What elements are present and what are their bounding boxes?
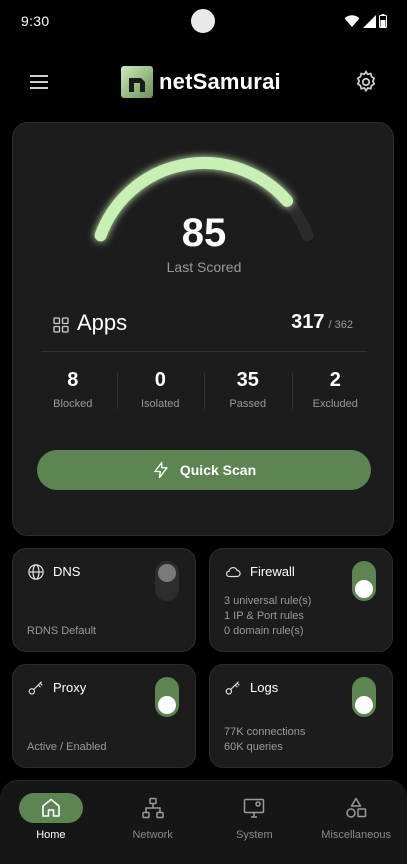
system-monitor-icon [244, 798, 265, 818]
logs-status-line: 77K connections [224, 726, 306, 738]
app-name: netSamurai [159, 69, 281, 94]
score-label: Last Scored [166, 259, 242, 275]
proxy-status-line: Active / Enabled [27, 741, 107, 753]
firewall-status-line: 3 universal rule(s) [224, 595, 312, 607]
firewall-status: 3 universal rule(s) 1 IP & Port rules 0 … [224, 594, 311, 639]
home-icon [42, 798, 60, 817]
signal-icon [363, 14, 376, 28]
stat-value: 2 [329, 369, 341, 391]
proxy-title: Proxy [53, 680, 87, 695]
stat-excluded[interactable]: 2 Excluded [291, 369, 380, 415]
wifi-icon [344, 14, 360, 27]
dns-card[interactable]: DNS RDNS Default [12, 548, 196, 652]
stat-isolated[interactable]: 0 Isolated [116, 369, 205, 415]
quick-scan-label: Quick Scan [179, 462, 257, 478]
nav-miscellaneous[interactable]: Miscellaneous [305, 781, 407, 864]
nav-home[interactable]: Home [0, 781, 102, 864]
bottom-navigation: Home Network System Miscellaneous [0, 780, 407, 864]
logs-status-line: 60K queries [224, 741, 283, 753]
toggle-knob [355, 696, 373, 714]
status-time: 9:30 [21, 13, 50, 29]
nav-label: System [236, 829, 273, 841]
stat-label: Blocked [53, 398, 93, 410]
stat-value: 35 [236, 369, 259, 391]
menu-button[interactable] [28, 71, 52, 93]
network-icon [141, 797, 164, 819]
nav-network[interactable]: Network [102, 781, 204, 864]
nav-label: Home [36, 829, 66, 841]
score-card: 85 Last Scored Apps 317/ 362 8 Blocked 0… [12, 122, 394, 536]
status-bar: 9:30 [0, 0, 407, 44]
dns-status-line: RDNS Default [27, 625, 97, 637]
logs-title: Logs [250, 680, 279, 695]
firewall-card[interactable]: Firewall 3 universal rule(s) 1 IP & Port… [209, 548, 393, 652]
logs-status: 77K connections 60K queries [224, 725, 305, 755]
lightning-icon [154, 461, 168, 479]
camera-cutout [191, 9, 215, 33]
settings-button[interactable] [353, 69, 379, 95]
logs-card[interactable]: Logs 77K connections 60K queries [209, 664, 393, 768]
nav-label: Network [132, 829, 173, 841]
app-logo: netSamurai [121, 66, 281, 98]
battery-icon [379, 14, 387, 28]
cloud-icon [225, 567, 241, 578]
proxy-card[interactable]: Proxy Active / Enabled [12, 664, 196, 768]
stat-label: Passed [229, 398, 267, 410]
apps-summary[interactable]: Apps 317/ 362 [53, 309, 355, 339]
divider [41, 351, 367, 352]
logo-mark-icon [121, 66, 153, 98]
app-header: netSamurai [0, 60, 407, 104]
firewall-status-line: 1 IP & Port rules [224, 610, 304, 622]
dns-status: RDNS Default [27, 624, 96, 639]
toggle-knob [158, 564, 176, 582]
quick-scan-button[interactable]: Quick Scan [37, 450, 371, 490]
toggle-knob [355, 580, 373, 598]
key-icon [225, 681, 240, 695]
status-icons [344, 14, 387, 28]
logs-toggle[interactable] [352, 677, 376, 717]
shapes-icon [346, 797, 367, 818]
firewall-toggle[interactable] [352, 561, 376, 601]
apps-title: Apps [77, 310, 128, 335]
nav-label: Miscellaneous [321, 829, 391, 841]
stat-value: 0 [154, 369, 166, 391]
apps-count: 317/ 362 [291, 311, 353, 334]
stat-label: Excluded [312, 398, 358, 410]
apps-total: / 362 [328, 319, 353, 331]
app-stats: 8 Blocked 0 Isolated 35 Passed 2 Exclude… [29, 369, 379, 415]
apps-count-value: 317 [291, 311, 325, 333]
stat-value: 8 [67, 369, 79, 391]
globe-icon [28, 564, 44, 580]
dns-title: DNS [53, 564, 81, 579]
stat-label: Isolated [140, 398, 180, 410]
proxy-toggle[interactable] [155, 677, 179, 717]
gear-icon [356, 70, 376, 93]
toggle-knob [158, 696, 176, 714]
nav-system[interactable]: System [204, 781, 306, 864]
score-value: 85 [181, 211, 227, 255]
proxy-status: Active / Enabled [27, 740, 107, 755]
stat-passed[interactable]: 35 Passed [204, 369, 292, 415]
key-icon [28, 681, 43, 695]
hamburger-menu-icon [30, 75, 48, 89]
stat-blocked[interactable]: 8 Blocked [29, 369, 117, 415]
dns-toggle[interactable] [155, 561, 179, 601]
firewall-title: Firewall [250, 564, 295, 579]
firewall-status-line: 0 domain rule(s) [224, 625, 304, 637]
apps-grid-icon [53, 317, 69, 333]
